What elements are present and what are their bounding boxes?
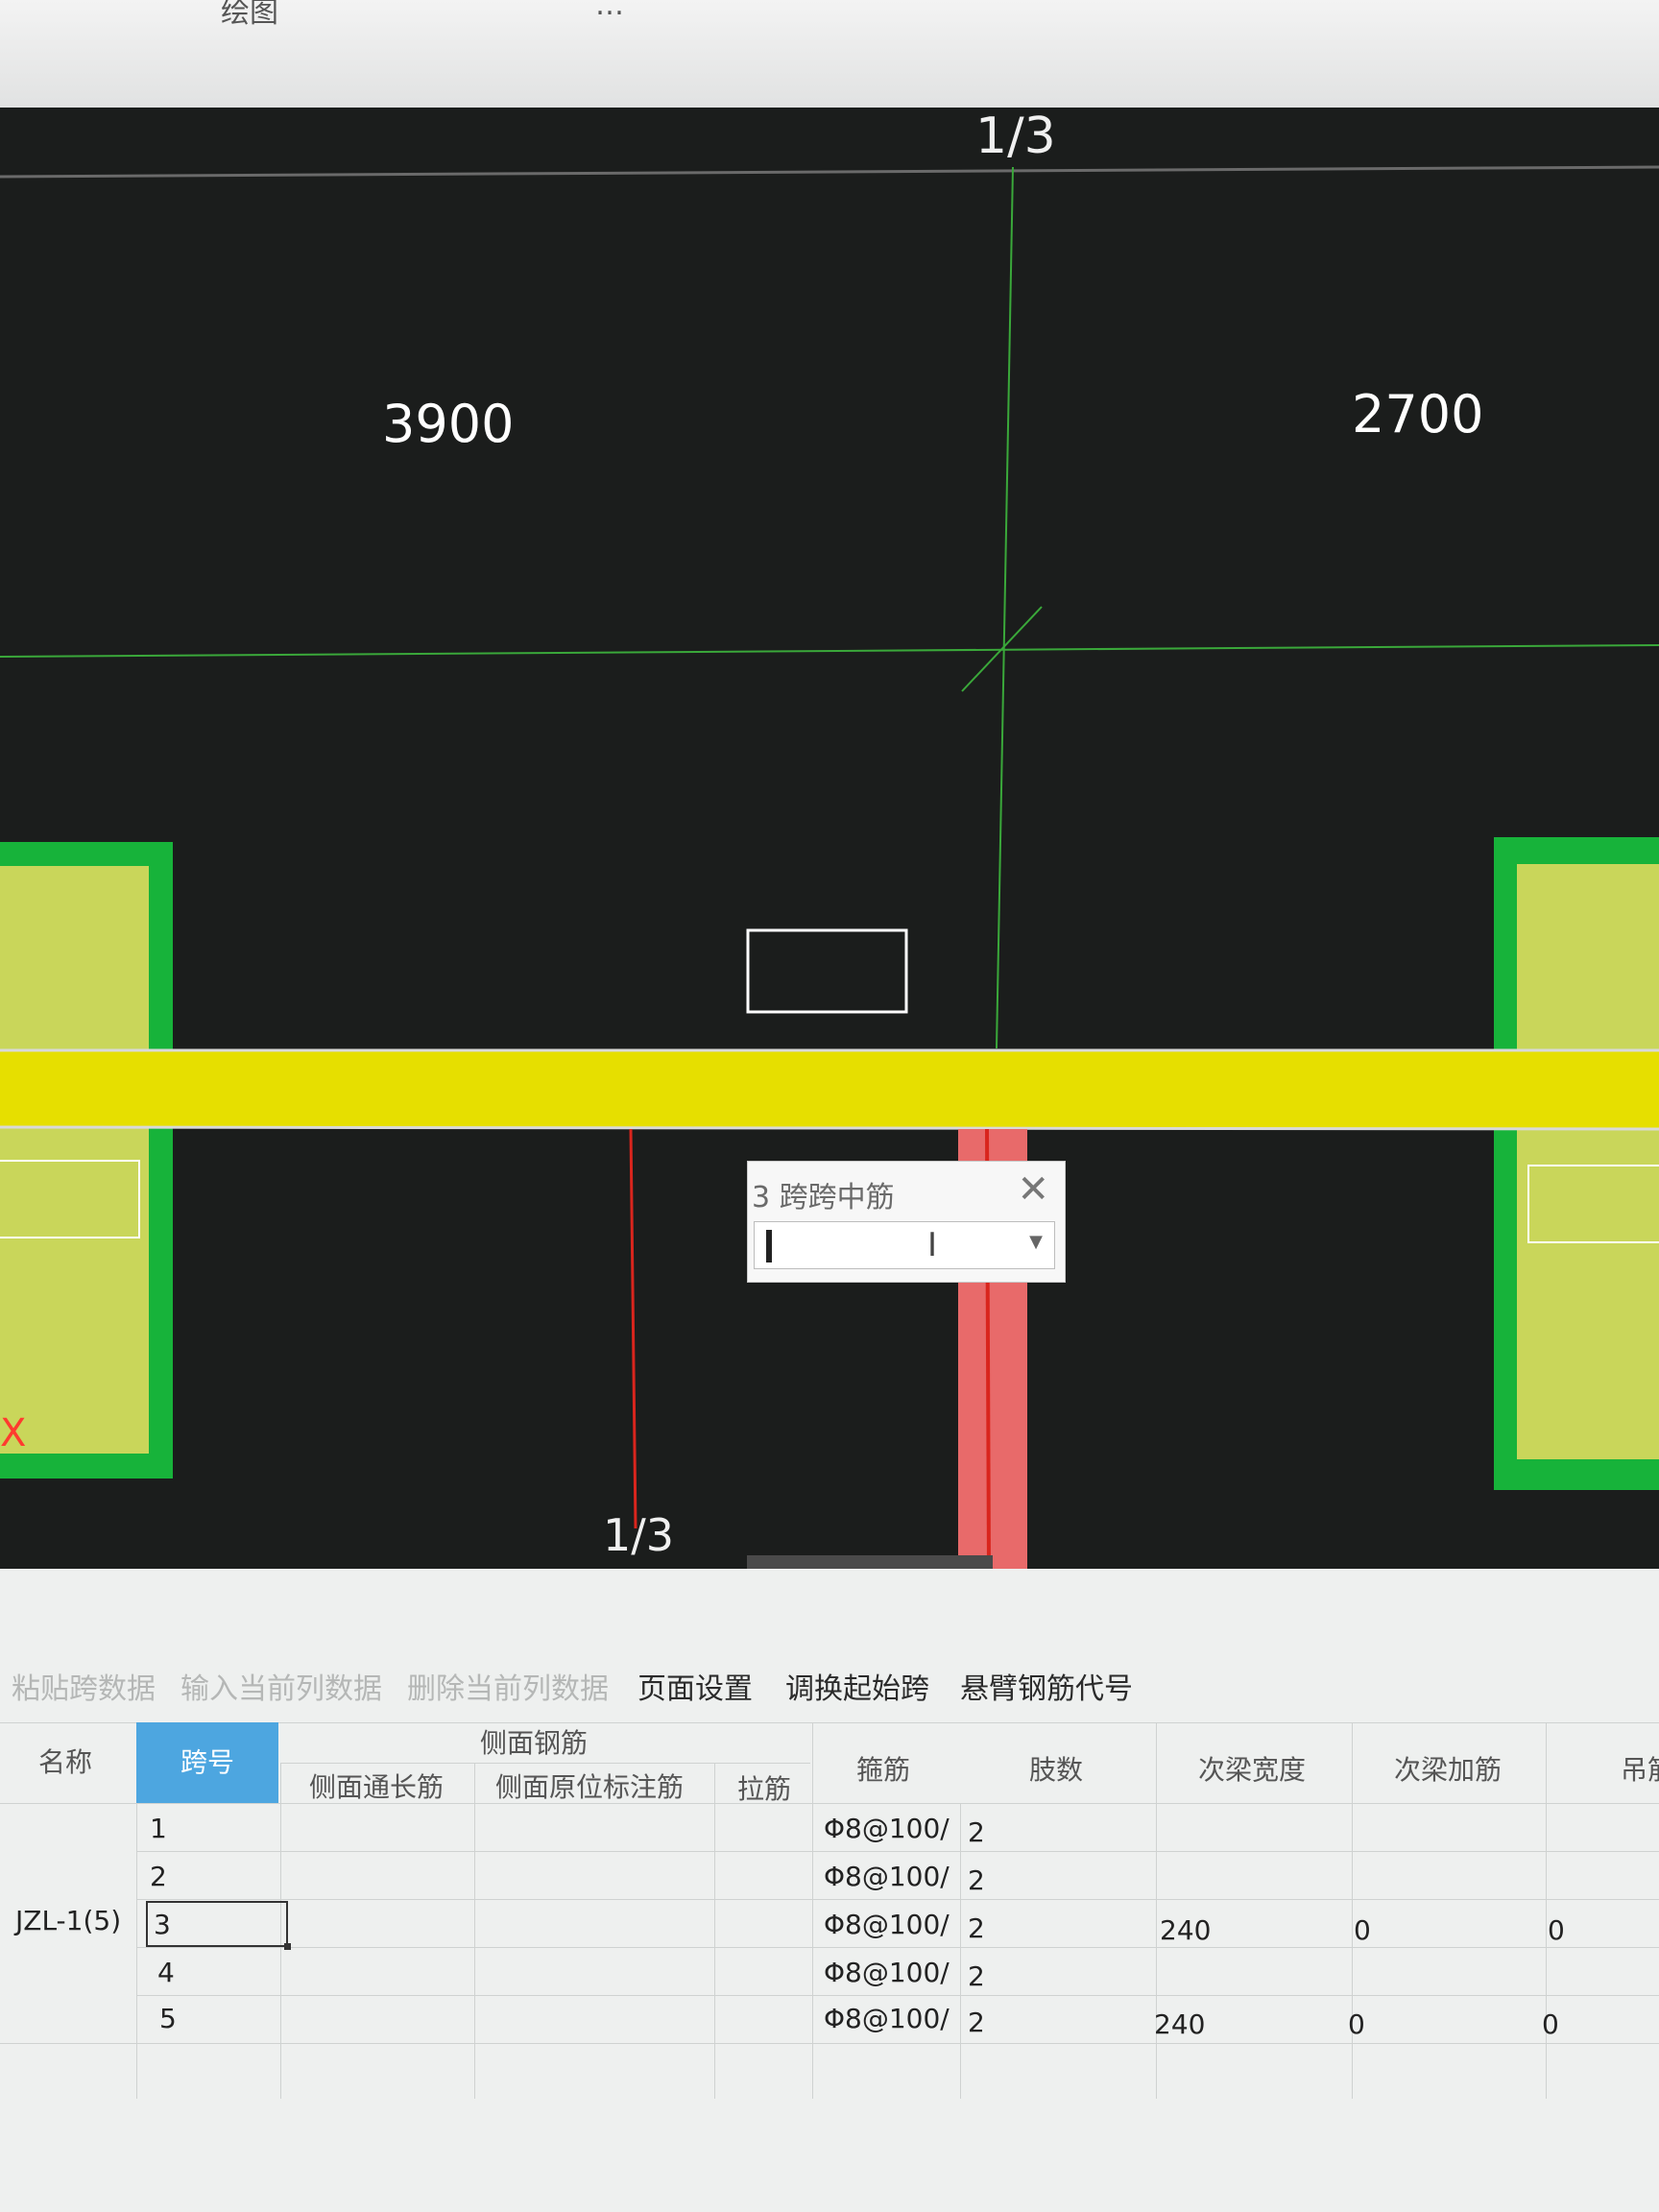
header-side-orig[interactable]: 侧面原位标注筋 xyxy=(495,1767,684,1805)
swap-start-span-button[interactable]: 调换起始跨 xyxy=(785,1665,929,1707)
rebar-input-combo[interactable]: Ι ▼ xyxy=(754,1221,1055,1269)
grid-axis-horizontal xyxy=(0,644,1659,658)
header-side-rebar-group[interactable]: 侧面钢筋 xyxy=(480,1722,588,1761)
span-cell[interactable]: 4 xyxy=(157,1957,175,1988)
header-name[interactable]: 名称 xyxy=(38,1742,92,1780)
topbar-label-2[interactable]: … xyxy=(595,0,624,22)
stirrup-cell[interactable]: Φ8@100/ xyxy=(824,1957,950,1988)
header-secondary-add[interactable]: 次梁加筋 xyxy=(1394,1749,1502,1788)
span-cell[interactable]: 2 xyxy=(150,1861,167,1892)
beam-span-table[interactable]: 名称 跨号 侧面钢筋 侧面通长筋 侧面原位标注筋 拉筋 箍筋 肢数 次梁宽度 次… xyxy=(0,1722,1659,2106)
table-toolbar: 粘贴跨数据 输入当前列数据 删除当前列数据 页面设置 调换起始跨 悬臂钢筋代号 xyxy=(0,1665,1659,1722)
span-cell-selected[interactable]: 3 xyxy=(154,1909,171,1940)
span-cell[interactable]: 5 xyxy=(159,2003,177,2034)
span-mid-rebar-popup: 3 跨跨中筋 ✕ Ι ▼ xyxy=(747,1161,1066,1283)
secondary-width-cell[interactable]: 240 xyxy=(1154,2008,1205,2040)
ibeam-cursor-icon: Ι xyxy=(927,1226,938,1264)
canvas-scroll-indicator xyxy=(747,1555,993,1569)
paste-span-data-button[interactable]: 粘贴跨数据 xyxy=(12,1665,156,1707)
close-icon[interactable]: ✕ xyxy=(1017,1167,1049,1212)
x-marker: X xyxy=(0,1411,27,1455)
axis-label-top: 1/3 xyxy=(975,108,1056,165)
legs-cell[interactable]: 2 xyxy=(968,1912,985,1944)
beam-band xyxy=(0,1050,1659,1129)
axis-label-bottom: 1/3 xyxy=(603,1509,675,1561)
chevron-down-icon[interactable]: ▼ xyxy=(1029,1232,1043,1252)
header-side-long[interactable]: 侧面通长筋 xyxy=(309,1767,444,1805)
header-secondary-width[interactable]: 次梁宽度 xyxy=(1198,1749,1306,1788)
header-hanger[interactable]: 吊筋 xyxy=(1621,1749,1659,1788)
text-caret xyxy=(766,1230,772,1262)
dimension-2700: 2700 xyxy=(1352,384,1484,445)
legs-cell[interactable]: 2 xyxy=(968,1960,985,1992)
hanger-cell[interactable]: 0 xyxy=(1542,2008,1559,2040)
bottom-panel: 粘贴跨数据 输入当前列数据 删除当前列数据 页面设置 调换起始跨 悬臂钢筋代号 … xyxy=(0,1569,1659,2212)
hanger-cell[interactable]: 0 xyxy=(1548,1914,1565,1946)
window-topbar: 绘图 … xyxy=(0,0,1659,108)
popup-title: 3 跨跨中筋 xyxy=(752,1181,895,1214)
dimension-3900: 3900 xyxy=(382,394,515,454)
column-right xyxy=(1517,864,1659,1459)
header-span[interactable]: 跨号 xyxy=(136,1722,278,1803)
topbar-label[interactable]: 绘图 xyxy=(221,0,278,31)
secondary-add-cell[interactable]: 0 xyxy=(1354,1914,1371,1946)
page-setup-button[interactable]: 页面设置 xyxy=(637,1665,753,1707)
delete-column-data-button[interactable]: 删除当前列数据 xyxy=(407,1665,609,1707)
drawing-canvas[interactable]: 1/3 1/3 3900 2700 X 3 跨跨中筋 ✕ Ι ▼ xyxy=(0,108,1659,1569)
span-divider-line xyxy=(629,1128,637,1529)
secondary-add-cell[interactable]: 0 xyxy=(1348,2008,1365,2040)
drawing-graphics xyxy=(0,165,1659,1569)
legs-cell[interactable]: 2 xyxy=(968,1864,985,1896)
span-cell[interactable]: 1 xyxy=(150,1813,167,1844)
legs-cell[interactable]: 2 xyxy=(968,2007,985,2038)
beam-name[interactable]: JZL-1(5) xyxy=(15,1905,121,1936)
stirrup-cell[interactable]: Φ8@100/ xyxy=(824,1813,950,1844)
text-placeholder-box xyxy=(746,928,908,1014)
stirrup-cell[interactable]: Φ8@100/ xyxy=(824,2003,950,2034)
grid-axis-vertical xyxy=(996,166,1014,1049)
stirrup-cell[interactable]: Φ8@100/ xyxy=(824,1909,950,1940)
header-tie[interactable]: 拉筋 xyxy=(737,1768,791,1807)
cantilever-rebar-code-button[interactable]: 悬臂钢筋代号 xyxy=(960,1665,1133,1707)
input-column-data-button[interactable]: 输入当前列数据 xyxy=(180,1665,382,1707)
header-stirrup[interactable]: 箍筋 xyxy=(856,1749,910,1788)
stirrup-cell[interactable]: Φ8@100/ xyxy=(824,1861,950,1892)
legs-cell[interactable]: 2 xyxy=(968,1816,985,1848)
secondary-width-cell[interactable]: 240 xyxy=(1160,1914,1211,1946)
header-legs[interactable]: 肢数 xyxy=(1029,1749,1083,1788)
dimension-line xyxy=(0,165,1659,179)
